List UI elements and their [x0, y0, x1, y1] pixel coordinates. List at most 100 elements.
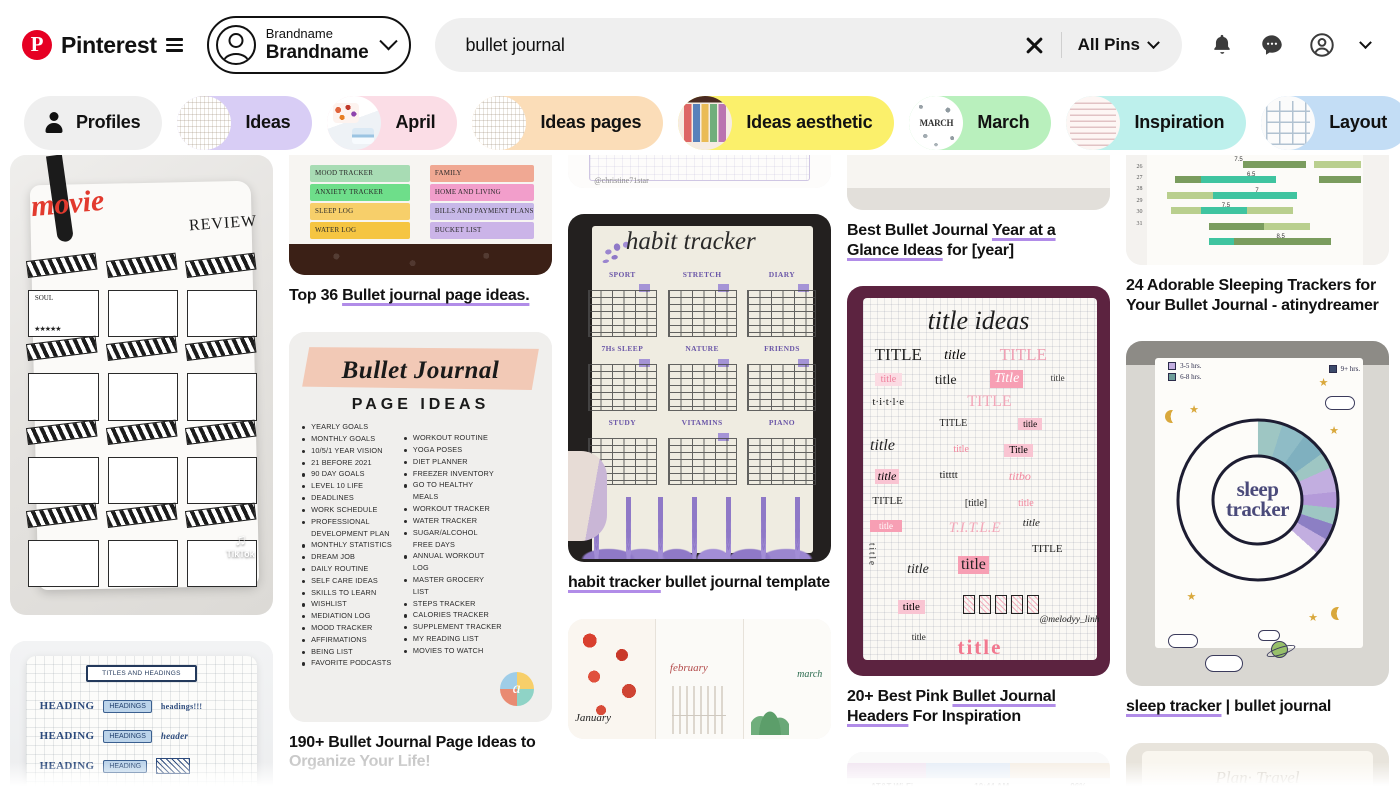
calendar-grid: [667, 364, 737, 412]
pin-card-christine[interactable]: @christine71star: [568, 155, 831, 188]
pin-image[interactable]: @christine71star: [568, 155, 831, 188]
pin-card-movie-review[interactable]: movie REVIEW ★★★★★ SOUL ♫ TikTok: [10, 155, 273, 615]
list-item: YEARLY GOALS: [302, 421, 392, 433]
row-number: 26: [1136, 163, 1143, 170]
pin-image[interactable]: MOOD TRACKER ANXIETY TRACKER SLEEP LOG W…: [289, 155, 552, 275]
pinterest-logo-group[interactable]: P Pinterest: [16, 30, 157, 60]
star-icon: ★: [1189, 404, 1199, 417]
habit-label: FRIENDS: [764, 343, 800, 353]
list-item: DAILY ROUTINE: [302, 563, 392, 575]
chat-bubble-icon[interactable]: [1250, 23, 1294, 67]
pin-card-year-at-glance[interactable]: Best Bullet Journal Year at a Glance Ide…: [847, 155, 1110, 260]
brand-wordmark: Pinterest: [61, 31, 157, 58]
filter-chip-april[interactable]: April: [327, 95, 458, 150]
pin-image[interactable]: Bullet Journal PAGE IDEAS YEARLY GOALS M…: [289, 331, 552, 722]
habit-label: DIARY: [768, 269, 796, 279]
habit-cell: 7Hs SLEEP: [586, 344, 658, 412]
pin-card-mood-tracker[interactable]: MOOD TRACKER ANXIETY TRACKER SLEEP LOG W…: [289, 155, 552, 306]
title-sample: t·i·t·l·e: [872, 395, 905, 408]
page-ideas-left-list: YEARLY GOALS MONTHLY GOALS 10/5/1 YEAR V…: [302, 421, 392, 710]
pin-card-planner-crop[interactable]: Plan· Travel: [1126, 742, 1389, 788]
masonry-column-5: 26 27 28 29 30 31 7.5 6.5 7 7.5 8.5 24 A…: [1126, 155, 1389, 788]
title-ideas-artwork: title ideas TITLE title TITLE title titl…: [847, 286, 1110, 677]
title-sample: T.I.T.L.E: [948, 520, 1001, 537]
masonry-column-2: MOOD TRACKER ANXIETY TRACKER SLEEP LOG W…: [289, 155, 552, 788]
pin-card-headings[interactable]: TITLES AND HEADINGS HEADING HEADINGS hea…: [10, 641, 273, 788]
moon-icon: [1331, 607, 1345, 621]
search-input[interactable]: [465, 34, 1015, 56]
title-sample: Title: [990, 370, 1024, 389]
divider: [1060, 32, 1062, 58]
pin-card-habit-tracker[interactable]: habit tracker SPORT STRETCH DIARY 7Hs SL…: [568, 214, 831, 593]
title-sample: TITLE: [967, 392, 1012, 410]
pin-title[interactable]: 20+ Best Pink Bullet Journal Headers For…: [847, 687, 1110, 726]
filter-chip-label: Ideas aesthetic: [746, 112, 873, 132]
bell-icon[interactable]: [1200, 23, 1244, 67]
pin-card-sleeping-trackers[interactable]: 26 27 28 29 30 31 7.5 6.5 7 7.5 8.5 24 A…: [1126, 155, 1389, 315]
star-icon: ★: [1308, 611, 1318, 624]
heading-extra: header: [160, 731, 189, 742]
chip-thumbnail: [177, 95, 232, 150]
search-scope-label: All Pins: [1077, 35, 1140, 54]
journal-cover-edge: [289, 243, 552, 275]
pin-image[interactable]: Plan· Travel: [1126, 742, 1389, 788]
more-chevron-down-icon[interactable]: [1350, 25, 1380, 65]
pin-title[interactable]: 24 Adorable Sleeping Trackers for Your B…: [1126, 276, 1389, 315]
pin-image[interactable]: title ideas TITLE title TITLE title titl…: [847, 286, 1110, 677]
pin-title[interactable]: 190+ Bullet Journal Page Ideas to Organi…: [289, 733, 552, 772]
filter-chip-profiles[interactable]: Profiles: [24, 95, 163, 150]
pin-card-title-ideas[interactable]: title ideas TITLE title TITLE title titl…: [847, 286, 1110, 726]
pin-title[interactable]: Best Bullet Journal Year at a Glance Ide…: [847, 221, 1110, 260]
pin-image[interactable]: TITLES AND HEADINGS HEADING HEADINGS hea…: [10, 641, 273, 788]
habit-label: STUDY: [608, 418, 637, 428]
hand-holding-page: [568, 450, 608, 542]
pin-image[interactable]: movie REVIEW ★★★★★ SOUL ♫ TikTok: [10, 155, 273, 615]
pin-title-rest: bullet journal template: [660, 574, 830, 591]
striped-box-icon: [994, 594, 1007, 614]
list-item: GO TO HEALTHY: [403, 479, 502, 491]
cloud-icon: [1168, 634, 1199, 649]
pin-card-january-bottom[interactable]: January february march: [568, 618, 831, 739]
phone-status-bar: AT&T Wi-Fi 10:44 AM 96%: [847, 780, 1110, 788]
pin-image[interactable]: January february march: [568, 618, 831, 739]
pin-image[interactable]: habit tracker SPORT STRETCH DIARY 7Hs SL…: [568, 214, 831, 562]
pin-image[interactable]: AT&T Wi-Fi 10:44 AM 96%: [847, 752, 1110, 788]
filter-chip-march[interactable]: March: [909, 95, 1052, 150]
pin-title-line2: Organize Your Life!: [289, 753, 431, 771]
pin-title[interactable]: sleep tracker | bullet journal: [1126, 697, 1389, 717]
account-switcher[interactable]: Brandname Brandname: [206, 16, 412, 74]
pin-image[interactable]: 3-5 hrs. 6-8 hrs. 9+ hrs. sleep tracker: [1126, 341, 1389, 687]
search-scope-dropdown[interactable]: All Pins: [1068, 22, 1176, 68]
pin-title[interactable]: Top 36 Bullet journal page ideas.: [289, 286, 552, 306]
list-item: MONTHLY STATISTICS: [302, 539, 392, 551]
pin-image[interactable]: [847, 155, 1110, 210]
calendar-grid: [747, 364, 817, 412]
tiktok-label: TikTok: [226, 548, 255, 559]
user-circle-icon[interactable]: [1300, 23, 1344, 67]
filter-chip-ideas-aesthetic[interactable]: Ideas aesthetic: [678, 95, 895, 150]
list-item: BEING LIST: [302, 646, 392, 658]
pin-title-suffix: For Inspiration: [908, 707, 1022, 725]
pin-card-page-ideas[interactable]: Bullet Journal PAGE IDEAS YEARLY GOALS M…: [289, 331, 552, 772]
filter-chip-ideas-pages[interactable]: Ideas pages: [472, 95, 664, 150]
filter-chip-inspiration[interactable]: Inspiration: [1066, 95, 1247, 150]
habit-cell: SPORT: [586, 270, 658, 337]
masonry-column-3: @christine71star habit tracker SPORT STR…: [568, 155, 831, 788]
striped-box-icon: [978, 594, 991, 614]
pin-card-sleep-tracker[interactable]: 3-5 hrs. 6-8 hrs. 9+ hrs. sleep tracker: [1126, 341, 1389, 717]
list-item: WATER TRACKER: [403, 515, 502, 527]
hamburger-menu-icon[interactable]: [164, 34, 185, 56]
close-x-icon[interactable]: [1015, 25, 1055, 65]
search-bar[interactable]: All Pins: [435, 18, 1182, 72]
filter-chip-ideas[interactable]: Ideas: [177, 95, 313, 150]
pin-title[interactable]: habit tracker bullet journal template: [568, 573, 831, 593]
heading-row: HEADING HEADER: [40, 781, 244, 788]
creator-handle: @melodyy_linh: [1039, 615, 1100, 626]
avatar: [215, 25, 256, 65]
filter-chip-layout[interactable]: Layout: [1261, 95, 1400, 150]
mood-item: FAMILY: [429, 164, 534, 182]
pinterest-logo-icon[interactable]: P: [22, 30, 52, 60]
pin-image[interactable]: 26 27 28 29 30 31 7.5 6.5 7 7.5 8.5: [1126, 155, 1389, 265]
title-sample: title: [874, 373, 903, 387]
pin-card-phone-crop[interactable]: AT&T Wi-Fi 10:44 AM 96%: [847, 752, 1110, 788]
